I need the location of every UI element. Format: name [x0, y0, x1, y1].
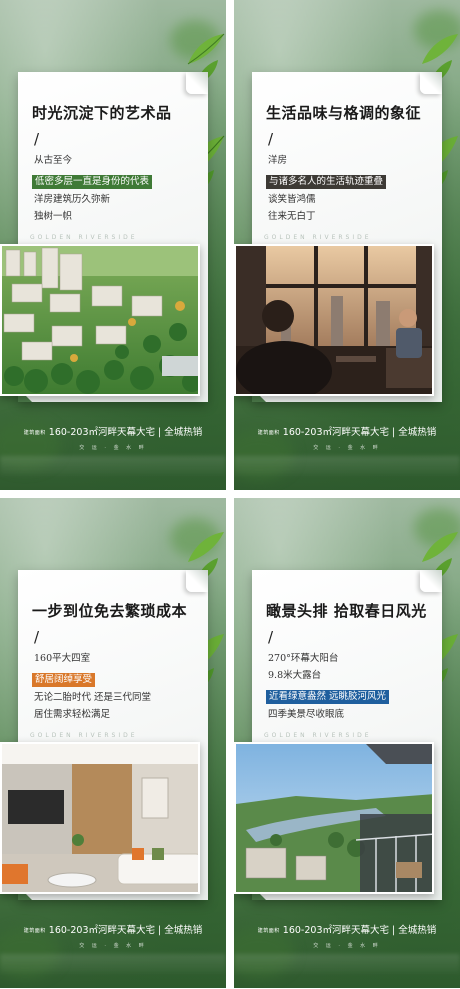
slash-divider: /	[268, 628, 274, 646]
slash-divider: /	[34, 628, 40, 646]
headline: 一步到位免去繁琐成本	[32, 602, 188, 620]
headline: 时光沉淀下的艺术品	[32, 104, 172, 122]
footer-subtext: 交 运 · 金 水 畔	[79, 445, 147, 451]
copy-line: 270°环幕大阳台	[268, 653, 339, 664]
footer-text: 160-203㎡河畔天幕大宅 | 全城热销	[48, 427, 203, 438]
poster-4: 瞰景头排 拾取春日风光 / 270°环幕大阳台 9.8米大露台 近看绿意盎然 远…	[234, 498, 460, 988]
poster-1: 时光沉淀下的艺术品 / 从古至今 低密多层一直是身份的代表 洋房建筑历久弥新 独…	[0, 0, 226, 490]
footer-prefix: 建筑面积	[257, 430, 280, 436]
footer-headline: 建筑面积 160-203㎡河畔天幕大宅 | 全城热销	[234, 424, 460, 438]
headline: 瞰景头排 拾取春日风光	[266, 602, 427, 620]
footer-subtext: 交 运 · 金 水 畔	[313, 445, 381, 451]
footer-subtext: 交 运 · 金 水 畔	[79, 943, 147, 949]
highlighted-copy-line: 舒居阔绰享受	[32, 673, 96, 687]
poster-2: 生活品味与格调的象征 / 洋房 与诸多名人的生活轨迹重叠 谈笑皆鸿儒 往来无白丁…	[234, 0, 460, 490]
poster-grid: 时光沉淀下的艺术品 / 从古至今 低密多层一直是身份的代表 洋房建筑历久弥新 独…	[0, 0, 460, 989]
copy-line: 往来无白丁	[268, 211, 316, 222]
footer-text: 160-203㎡河畔天幕大宅 | 全城热销	[282, 925, 437, 936]
slash-divider: /	[34, 130, 40, 148]
page-curl	[420, 72, 442, 94]
footer-blur-band	[0, 456, 226, 476]
copy-lines: 160平大四室 舒居阔绰享受 无论二胎时代 还是三代同堂 居住需求轻松满足	[32, 650, 209, 723]
footer-subtext: 交 运 · 金 水 畔	[313, 943, 381, 949]
copy-line: 洋房建筑历久弥新	[34, 194, 111, 205]
highlighted-copy-line: 近看绿意盎然 远眺胶河风光	[266, 690, 390, 704]
copy-lines: 270°环幕大阳台 9.8米大露台 近看绿意盎然 远眺胶河风光 四季美景尽收眼底	[266, 650, 443, 723]
copy-line: 洋房	[268, 155, 288, 166]
highlighted-copy-line: 与诸多名人的生活轨迹重叠	[266, 175, 387, 189]
copy-line: 谈笑皆鸿儒	[268, 194, 316, 205]
footer-prefix: 建筑面积	[23, 430, 46, 436]
watermark-text: GOLDEN RIVERSIDE	[264, 234, 372, 241]
footer-headline: 建筑面积 160-203㎡河畔天幕大宅 | 全城热销	[234, 922, 460, 936]
slash-divider: /	[268, 130, 274, 148]
highlighted-copy-line: 低密多层一直是身份的代表	[32, 175, 153, 189]
page-curl	[420, 570, 442, 592]
page-curl	[186, 570, 208, 592]
footer-headline: 建筑面积 160-203㎡河畔天幕大宅 | 全城热销	[0, 424, 226, 438]
footer-blur-band	[0, 954, 226, 974]
footer-headline: 建筑面积 160-203㎡河畔天幕大宅 | 全城热销	[0, 922, 226, 936]
copy-line: 9.8米大露台	[268, 670, 322, 681]
watermark-text: GOLDEN RIVERSIDE	[30, 234, 138, 241]
footer-blur-band	[234, 954, 460, 974]
page-curl	[186, 72, 208, 94]
watermark-text: GOLDEN RIVERSIDE	[264, 732, 372, 739]
copy-lines: 从古至今 低密多层一直是身份的代表 洋房建筑历久弥新 独树一帜	[32, 152, 209, 225]
copy-line: 四季美景尽收眼底	[268, 709, 345, 720]
copy-line: 从古至今	[34, 155, 73, 166]
copy-line: 160平大四室	[34, 653, 91, 664]
photo-living-room	[0, 742, 200, 894]
watermark-text: GOLDEN RIVERSIDE	[30, 732, 138, 739]
footer-prefix: 建筑面积	[257, 928, 280, 934]
footer-blur-band	[234, 456, 460, 476]
footer-text: 160-203㎡河畔天幕大宅 | 全城热销	[48, 925, 203, 936]
headline: 生活品味与格调的象征	[266, 104, 422, 122]
footer-prefix: 建筑面积	[23, 928, 46, 934]
copy-line: 居住需求轻松满足	[34, 709, 111, 720]
photo-businessmen	[234, 244, 434, 396]
copy-lines: 洋房 与诸多名人的生活轨迹重叠 谈笑皆鸿儒 往来无白丁	[266, 152, 443, 225]
photo-balcony-view	[234, 742, 434, 894]
poster-3: 一步到位免去繁琐成本 / 160平大四室 舒居阔绰享受 无论二胎时代 还是三代同…	[0, 498, 226, 988]
copy-line: 无论二胎时代 还是三代同堂	[34, 692, 152, 703]
footer-text: 160-203㎡河畔天幕大宅 | 全城热销	[282, 427, 437, 438]
copy-line: 独树一帜	[34, 211, 73, 222]
photo-aerial-buildings	[0, 244, 200, 396]
